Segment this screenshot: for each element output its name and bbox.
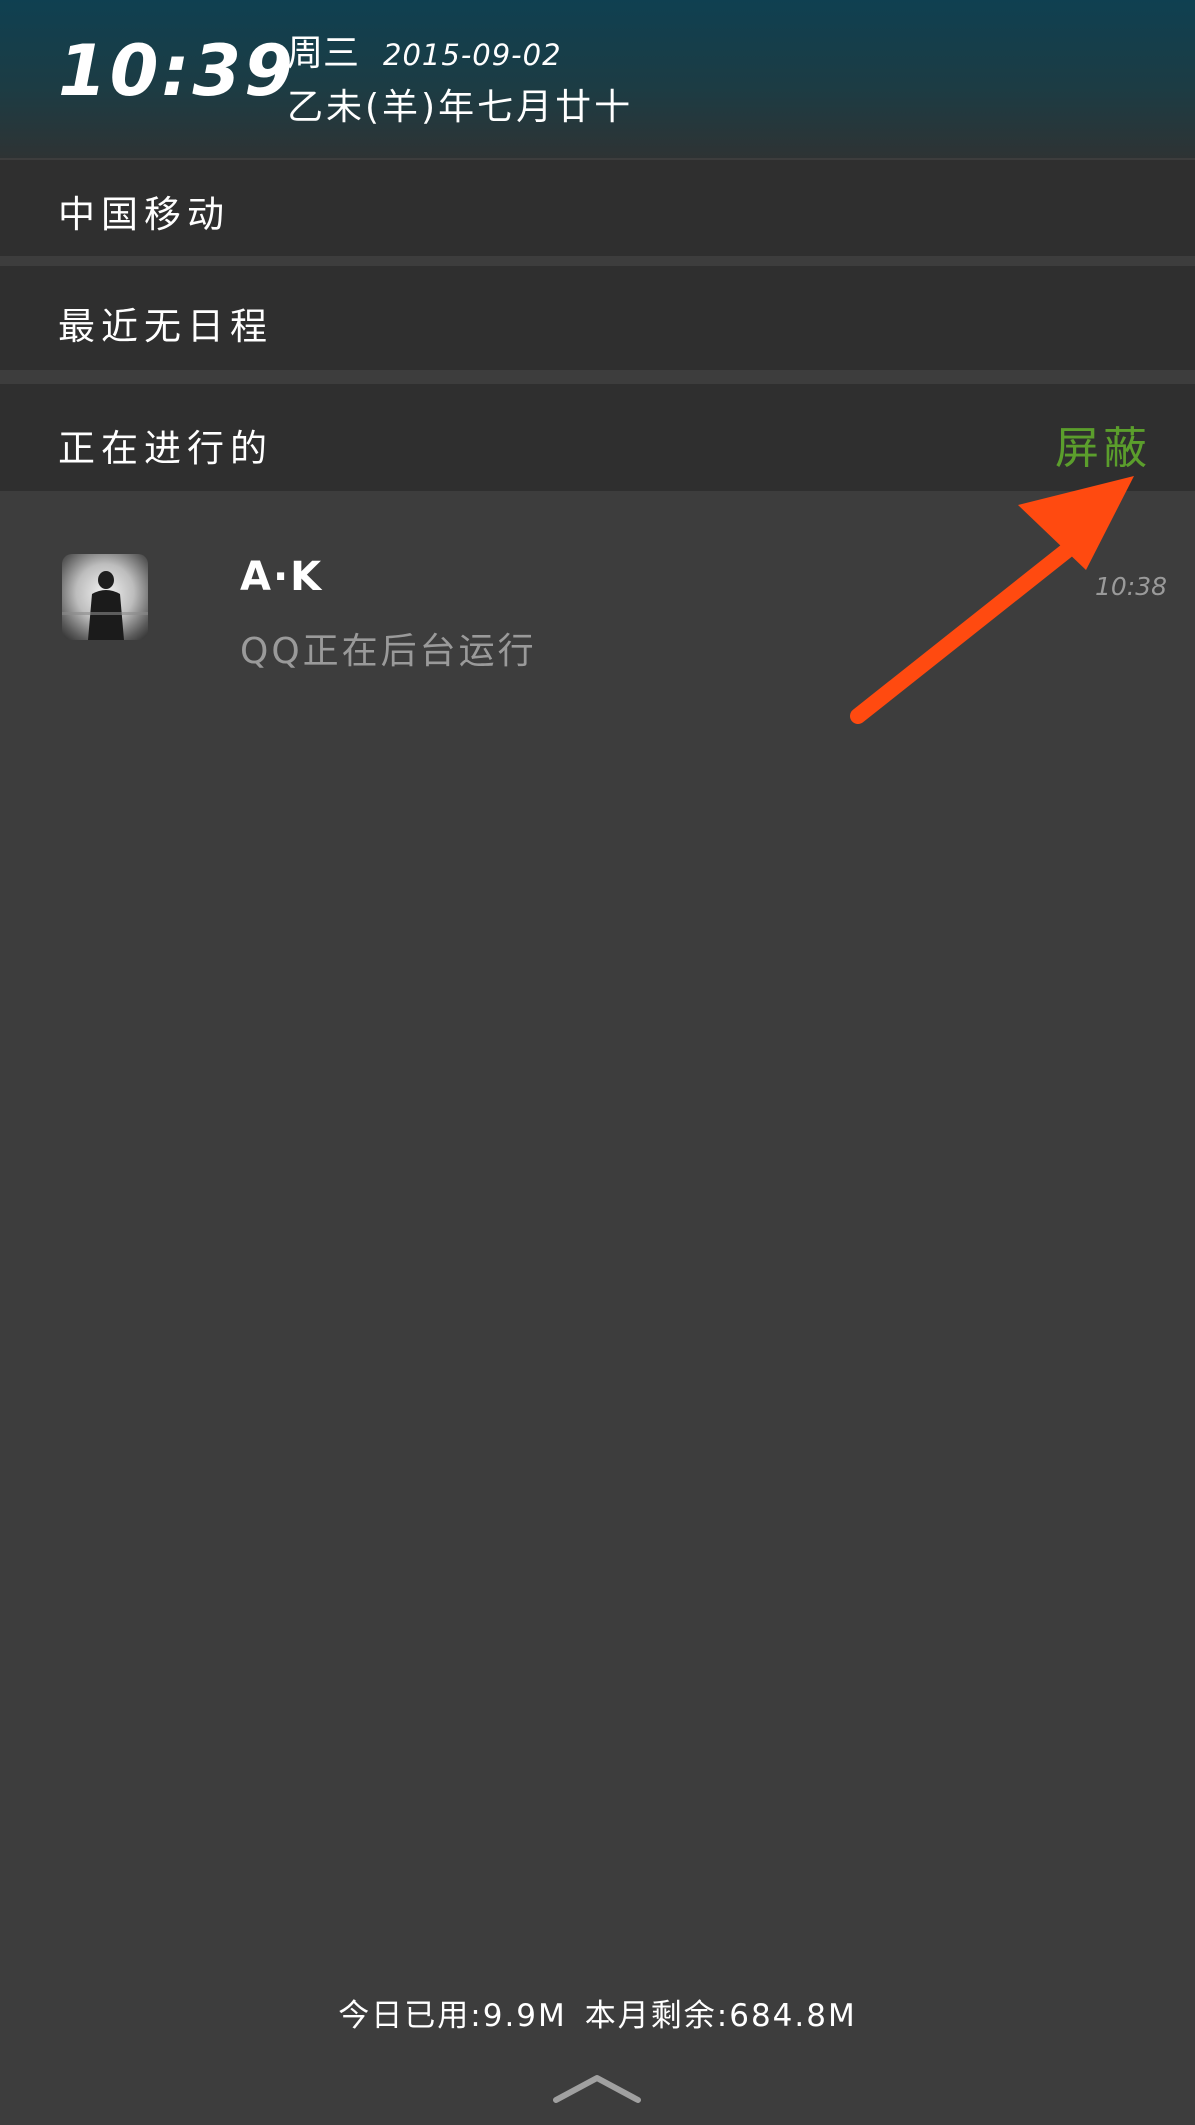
weekday: 周三 (287, 33, 360, 74)
chevron-up-icon[interactable] (552, 2066, 642, 2106)
ongoing-section-header: 正在进行的 屏蔽 (0, 384, 1195, 491)
month-remaining: 本月剩余:684.8M (584, 1998, 857, 2034)
schedule-text: 最近无日程 (58, 305, 273, 348)
notification-subtitle: QQ正在后台运行 (240, 631, 537, 672)
ongoing-title: 正在进行的 (58, 427, 273, 470)
block-button[interactable]: 屏蔽 (1055, 412, 1151, 476)
date: 2015-09-02 (383, 38, 562, 72)
date-line: 周三 2015-09-02 (287, 32, 562, 77)
carrier-name: 中国移动 (58, 193, 230, 236)
notification-title: A·K (240, 554, 324, 600)
notification-item[interactable]: A·K QQ正在后台运行 10:38 (0, 520, 1195, 672)
today-used: 今日已用:9.9M (338, 1998, 567, 2034)
schedule-row[interactable]: 最近无日程 (0, 266, 1195, 370)
avatar (62, 554, 148, 640)
data-usage: 今日已用:9.9M 本月剩余:684.8M (0, 1990, 1195, 2035)
status-header: 10:39 周三 2015-09-02 乙未(羊)年七月廿十 (0, 0, 1195, 158)
clock-time: 10:39 (58, 30, 296, 112)
lunar-date: 乙未(羊)年七月廿十 (287, 87, 634, 128)
notification-time: 10:38 (1094, 572, 1167, 601)
carrier-row: 中国移动 (0, 160, 1195, 256)
